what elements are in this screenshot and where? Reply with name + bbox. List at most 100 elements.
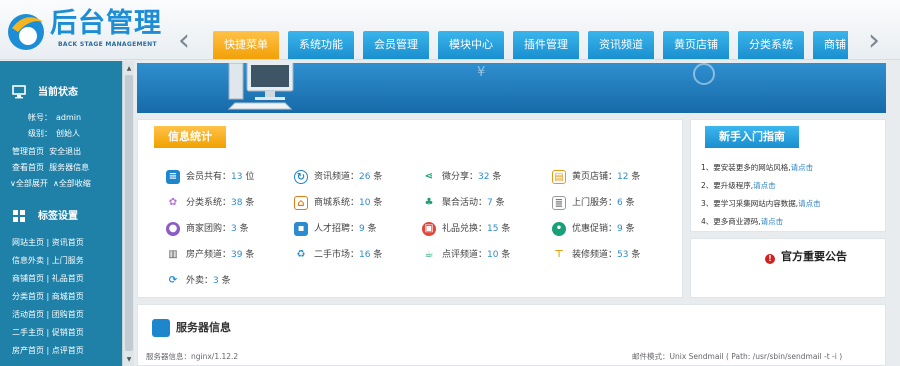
stat-value: 6 <box>617 198 623 208</box>
link-logout[interactable]: 安全退出 <box>49 147 81 156</box>
stat-item[interactable]: ⌂ 商城系统：10 条 <box>294 195 382 210</box>
tag-link[interactable]: 礼品首页 <box>52 274 84 283</box>
cup-icon: ☕ <box>424 248 434 260</box>
tag-link[interactable]: 网站主页 <box>12 238 44 247</box>
tag-row: 活动首页 | 团购首页 <box>12 309 84 320</box>
group-icon: ● <box>166 221 180 236</box>
alert-icon: ! <box>765 254 775 264</box>
stat-unit: 条 <box>492 172 502 182</box>
stat-item[interactable]: ≡ 会员共有：13 位 <box>166 169 254 184</box>
stat-item[interactable]: ▤ 黄页店铺：12 条 <box>552 169 640 184</box>
stat-unit: 条 <box>239 224 249 234</box>
tab-modules[interactable]: 模块中心 <box>438 31 504 59</box>
stat-value: 7 <box>487 198 493 208</box>
stat-item[interactable]: ▣ 礼品兑换：15 条 <box>422 221 510 236</box>
stat-item[interactable]: ● 商家团购：3 条 <box>166 221 249 236</box>
sidebar: 当前状态 帐号： admin 级别： 创始人 管理首页 安全退出 查看首页 服务器信… <box>0 61 122 366</box>
link-view-home[interactable]: 查看首页 <box>12 163 44 172</box>
tab-classified[interactable]: 分类系统 <box>738 31 804 59</box>
recycle-icon: ♻ <box>296 248 306 260</box>
stat-separator: ： <box>222 172 232 182</box>
tab-yellow-pages[interactable]: 黄页店铺 <box>663 31 729 59</box>
separator: | <box>46 346 50 355</box>
link-admin-home[interactable]: 管理首页 <box>12 147 44 156</box>
tag-row: 信息外卖 | 上门服务 <box>12 255 84 266</box>
tag-link[interactable]: 点评首页 <box>52 346 84 355</box>
tag-link[interactable]: 商城首页 <box>52 292 84 301</box>
link-row-1: 管理首页 安全退出 <box>12 146 81 157</box>
server-software: 服务器信息：nginx/1.12.2 <box>146 352 239 361</box>
guide-link[interactable]: 请点击 <box>791 163 814 172</box>
stat-item[interactable]: ⋖ 微分享：32 条 <box>422 169 502 184</box>
stats-title: 信息统计 <box>154 126 226 148</box>
stat-item[interactable]: ☕ 点评频道：10 条 <box>422 247 511 262</box>
stat-value: 53 <box>617 250 629 260</box>
sidebar-scrollbar[interactable]: ▲ ▼ <box>122 61 134 366</box>
stat-label: 外卖 <box>186 276 205 286</box>
stat-unit: 条 <box>495 198 505 208</box>
stat-separator: ： <box>350 250 360 260</box>
notice-title[interactable]: ! 官方重要公告 <box>765 248 847 264</box>
tab-system[interactable]: 系统功能 <box>288 31 354 59</box>
tag-link[interactable]: 团购首页 <box>52 310 84 319</box>
guide-text: 要安装更多的网站风格, <box>713 163 791 172</box>
tag-row: 分类首页 | 商城首页 <box>12 291 84 302</box>
stat-value: 39 <box>231 250 243 260</box>
stat-item[interactable]: ⟳ 外卖：3 条 <box>166 273 231 288</box>
tab-shops[interactable]: 商铺 <box>813 31 848 59</box>
tag-link[interactable]: 信息外卖 <box>12 256 44 265</box>
stat-item[interactable]: ✿ 分类系统：38 条 <box>166 195 255 210</box>
scrollbar-thumb[interactable] <box>125 75 133 351</box>
stat-item[interactable]: ▥ 房产频道：39 条 <box>166 247 254 262</box>
stat-separator: ： <box>478 250 488 260</box>
tab-members[interactable]: 会员管理 <box>363 31 429 59</box>
stat-unit: 条 <box>245 198 255 208</box>
stat-item[interactable]: ♻ 二手市场：16 条 <box>294 247 383 262</box>
level-label: 级别： <box>28 129 52 138</box>
grid-icon <box>13 210 25 222</box>
main-tabs: 快捷菜单 系统功能 会员管理 模块中心 插件管理 资讯频道 黄页店铺 分类系统 商铺 <box>213 31 848 59</box>
guide-link[interactable]: 请点击 <box>761 217 784 226</box>
collapse-all-link[interactable]: 全部收缩 <box>59 179 91 188</box>
tag-link[interactable]: 资讯首页 <box>52 238 84 247</box>
admin-dashboard: 后台管理 BACK STAGE MANAGEMENT ‹ 快捷菜单 系统功能 会员管… <box>0 0 900 366</box>
guide-link[interactable]: 请点击 <box>753 181 776 190</box>
tag-link[interactable]: 房产首页 <box>12 346 44 355</box>
stat-unit: 条 <box>631 250 641 260</box>
guide-link[interactable]: 请点击 <box>798 199 821 208</box>
expand-all-link[interactable]: 全部展开 <box>16 179 48 188</box>
stat-separator: ： <box>608 198 618 208</box>
stat-item[interactable]: ⊤ 装修频道：53 条 <box>552 247 640 262</box>
tag-link[interactable]: 分类首页 <box>12 292 44 301</box>
stat-unit: 条 <box>501 224 511 234</box>
tag-link[interactable]: 促销首页 <box>52 328 84 337</box>
scroll-down-icon[interactable]: ▼ <box>123 354 135 366</box>
stat-label: 优惠促销 <box>572 224 609 234</box>
tag-link[interactable]: 上门服务 <box>52 256 84 265</box>
stat-unit: 条 <box>367 224 377 234</box>
stat-item[interactable]: ↻ 资讯频道：26 条 <box>294 169 382 184</box>
gift-icon: ▣ <box>422 221 436 236</box>
stat-value: 13 <box>231 172 243 182</box>
stat-label: 二手市场 <box>314 250 351 260</box>
link-row-3: ∨全部展开 ∧全部收缩 <box>10 179 91 188</box>
tab-quick-menu[interactable]: 快捷菜单 <box>213 31 279 59</box>
tag-link[interactable]: 活动首页 <box>12 310 44 319</box>
stat-value: 16 <box>359 250 371 260</box>
stat-label: 会员共有 <box>186 172 223 182</box>
tab-plugins[interactable]: 插件管理 <box>513 31 579 59</box>
chevron-right-icon[interactable]: › <box>862 26 886 58</box>
link-server-info[interactable]: 服务器信息 <box>49 163 89 172</box>
scroll-up-icon[interactable]: ▲ <box>123 63 135 75</box>
stat-item[interactable]: • 优惠促销：9 条 <box>552 221 635 236</box>
stat-item[interactable]: ♣ 聚合活动：7 条 <box>422 195 505 210</box>
stat-separator: ： <box>608 172 618 182</box>
tag-link[interactable]: 二手主页 <box>12 328 44 337</box>
tab-news[interactable]: 资讯频道 <box>588 31 654 59</box>
stat-label: 礼品兑换 <box>442 224 479 234</box>
stat-item[interactable]: ≣ 上门服务：6 条 <box>552 195 635 210</box>
chevron-left-icon[interactable]: ‹ <box>172 26 196 58</box>
tag-link[interactable]: 商铺首页 <box>12 274 44 283</box>
stat-item[interactable]: ▪ 人才招聘：9 条 <box>294 221 377 236</box>
stat-unit: 条 <box>625 224 635 234</box>
